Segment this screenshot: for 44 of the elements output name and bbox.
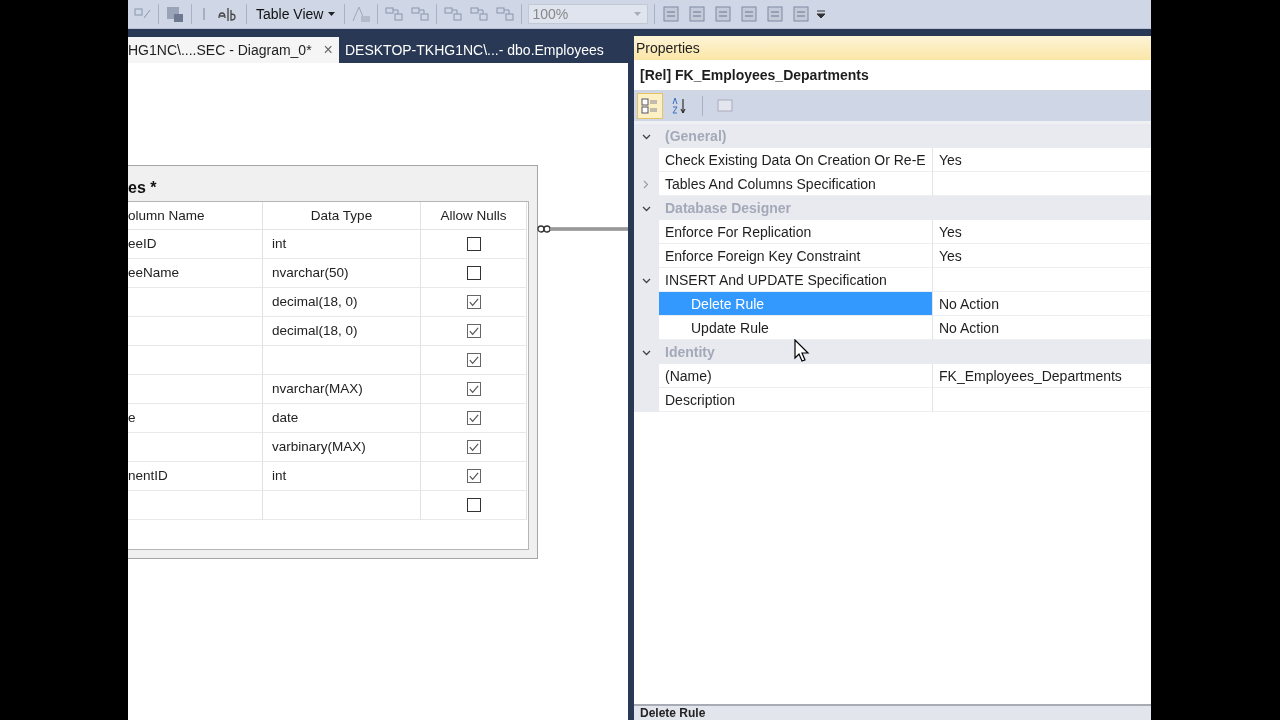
checkbox[interactable] bbox=[466, 353, 481, 367]
property-name[interactable]: Enforce Foreign Key Constraint bbox=[659, 244, 933, 268]
dropdown-icon[interactable] bbox=[634, 12, 642, 16]
categorized-icon[interactable] bbox=[638, 94, 662, 118]
table-cell: int bbox=[263, 462, 421, 491]
checkbox[interactable] bbox=[466, 411, 481, 425]
document-tab[interactable]: HG1NC\....SEC - Diagram_0* × bbox=[128, 37, 339, 63]
mouse-pointer-icon bbox=[794, 339, 810, 363]
table-cell: nvarchar(50) bbox=[263, 259, 421, 288]
table-cell: eeName bbox=[128, 259, 263, 288]
caret-icon[interactable] bbox=[328, 12, 336, 16]
checkbox[interactable] bbox=[466, 498, 481, 512]
property-name[interactable]: Enforce For Replication bbox=[659, 220, 933, 244]
checkbox[interactable] bbox=[466, 295, 481, 309]
checkbox[interactable] bbox=[466, 237, 481, 251]
checkbox[interactable] bbox=[466, 324, 481, 338]
column-header: Allow Nulls bbox=[421, 202, 527, 230]
column-header: olumn Name bbox=[128, 202, 263, 230]
checkbox[interactable] bbox=[466, 440, 481, 454]
table-cell: nvarchar(MAX) bbox=[263, 375, 421, 404]
table-view-button[interactable]: Table View bbox=[253, 4, 339, 24]
table-cell: nentID bbox=[128, 462, 263, 491]
property-name[interactable]: (Name) bbox=[659, 364, 933, 388]
checkbox[interactable] bbox=[466, 469, 481, 483]
table-cell: varbinary(MAX) bbox=[263, 433, 421, 462]
close-button[interactable]: × bbox=[323, 41, 333, 59]
description-title: Delete Rule bbox=[634, 706, 1151, 720]
table-title: es * bbox=[128, 178, 158, 198]
overflow-icon[interactable] bbox=[817, 9, 826, 19]
arrange-icon[interactable] bbox=[495, 5, 516, 23]
arrange-icon[interactable] bbox=[469, 5, 490, 23]
column-header: Data Type bbox=[263, 202, 421, 230]
document-tab[interactable]: DESKTOP-TKHG1NC\...- dbo.Employees bbox=[338, 37, 610, 63]
property-name[interactable]: Description bbox=[659, 388, 933, 412]
checkbox[interactable] bbox=[466, 382, 481, 396]
panel-title: Properties bbox=[634, 36, 1151, 60]
table-cell: date bbox=[263, 404, 421, 433]
table-cell: eeID bbox=[128, 230, 263, 259]
table-cell: e bbox=[128, 404, 263, 433]
checkbox[interactable] bbox=[466, 266, 481, 280]
property-name[interactable]: Check Existing Data On Creation Or Re-E bbox=[659, 148, 933, 172]
table-cell: decimal(18, 0) bbox=[263, 317, 421, 346]
table-cell: int bbox=[263, 230, 421, 259]
table-cell: decimal(18, 0) bbox=[263, 288, 421, 317]
